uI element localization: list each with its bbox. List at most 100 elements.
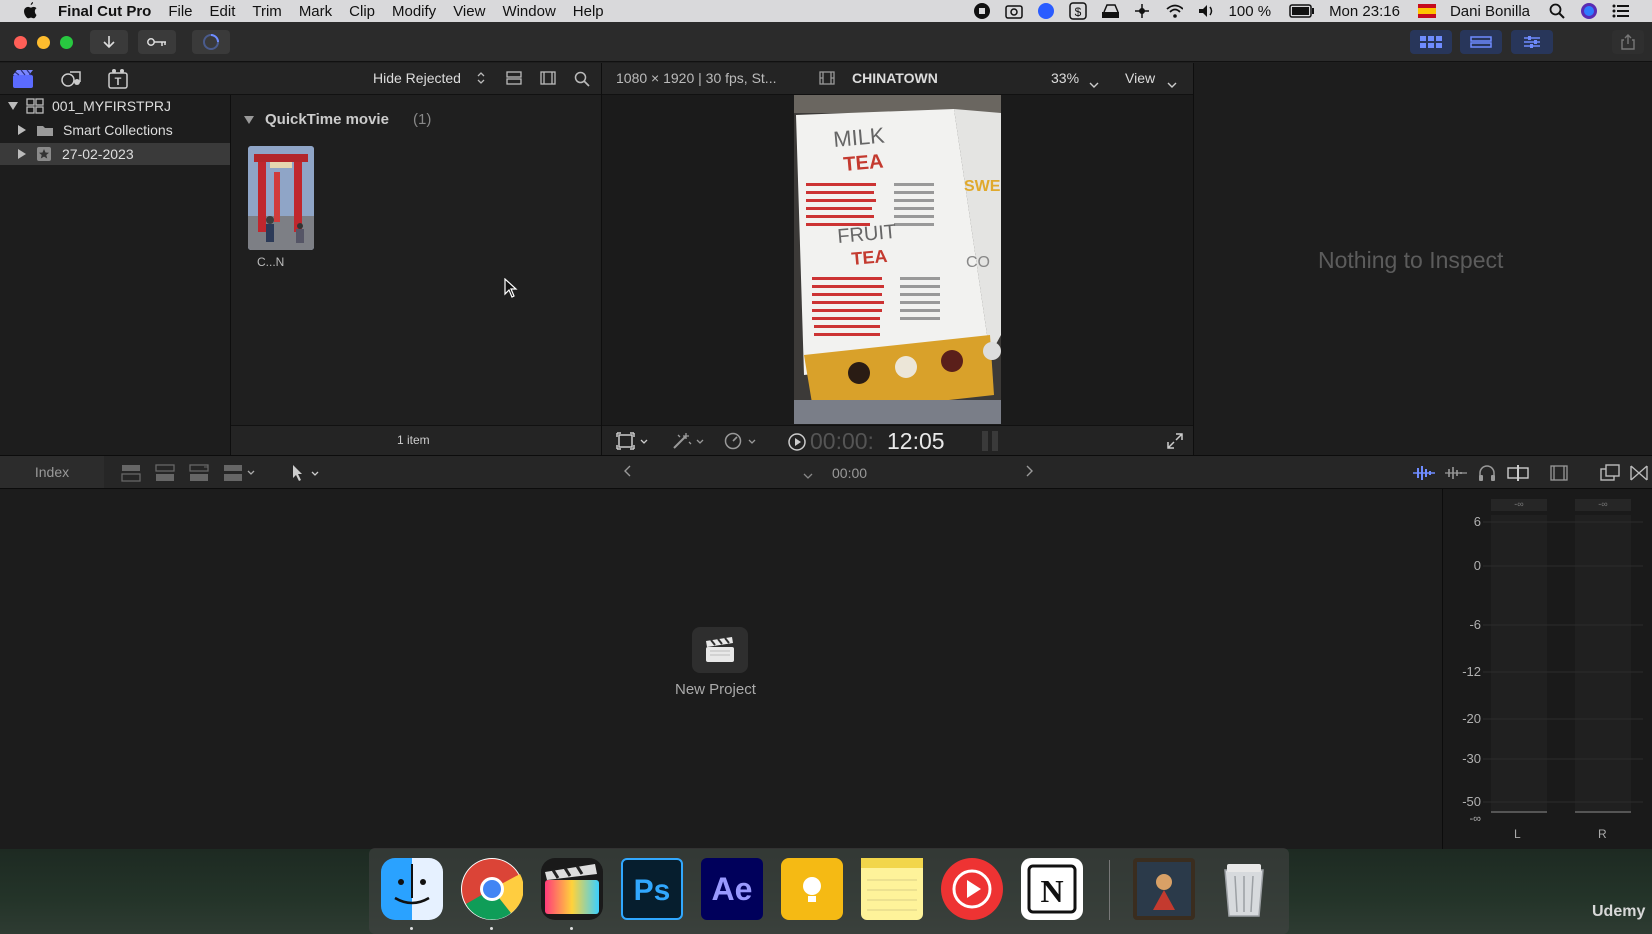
- meter-gridlines: [1483, 521, 1643, 803]
- background-tasks-button[interactable]: [192, 30, 230, 54]
- select-tool-icon[interactable]: [290, 464, 324, 487]
- zoom-window-button[interactable]: [60, 36, 73, 49]
- youtube-music-icon[interactable]: [941, 858, 1003, 920]
- window-toolbar: [0, 22, 1652, 62]
- menu-help[interactable]: Help: [573, 3, 604, 20]
- viewer-canvas[interactable]: MILK TEA FRUIT TEA SWE CO: [602, 95, 1193, 425]
- photoshop-icon[interactable]: Ps: [621, 858, 683, 920]
- browser-toggle-button[interactable]: [1410, 30, 1452, 54]
- menu-file[interactable]: File: [168, 3, 192, 20]
- viewer-timecode[interactable]: 12:05: [887, 428, 945, 455]
- notes-icon[interactable]: [861, 858, 923, 920]
- new-project-button[interactable]: [692, 627, 748, 673]
- clip-appearance-icon[interactable]: [506, 71, 522, 90]
- browser-header: T Hide Rejected: [0, 63, 601, 95]
- menu-clip[interactable]: Clip: [349, 3, 375, 20]
- image-stack-icon[interactable]: [1133, 858, 1195, 920]
- sidebar-item-event[interactable]: 27-02-2023: [0, 143, 230, 165]
- libraries-icon[interactable]: [12, 69, 34, 94]
- apple-icon[interactable]: [22, 2, 38, 20]
- notion-icon[interactable]: N: [1021, 858, 1083, 920]
- new-project-label[interactable]: New Project: [675, 681, 756, 698]
- transitions-browser-icon[interactable]: [1630, 464, 1648, 487]
- skimming-icon[interactable]: [1444, 464, 1468, 487]
- search-icon[interactable]: [574, 71, 590, 92]
- clip-thumbnail[interactable]: [248, 146, 314, 250]
- sidebar-item-smart-collections[interactable]: Smart Collections: [0, 119, 230, 141]
- spotlight-icon[interactable]: [1548, 3, 1566, 19]
- blue-dot-icon[interactable]: [1037, 3, 1055, 19]
- timeline-chevron-down-icon[interactable]: [803, 467, 813, 485]
- trash-icon[interactable]: [1213, 858, 1275, 920]
- timeline-history-forward-icon[interactable]: [1025, 464, 1035, 483]
- menu-edit[interactable]: Edit: [210, 3, 236, 20]
- grid-icon: [1420, 36, 1442, 48]
- meter-scale-minus20: -20: [1462, 711, 1481, 726]
- enhance-wand-icon[interactable]: [672, 432, 706, 455]
- timeline-toggle-button[interactable]: [1460, 30, 1502, 54]
- menu-window[interactable]: Window: [502, 3, 555, 20]
- menu-user[interactable]: Dani Bonilla: [1450, 3, 1530, 20]
- chrome-icon[interactable]: [461, 858, 524, 920]
- group-disclosure-icon[interactable]: [244, 116, 254, 124]
- append-clip-icon[interactable]: [188, 464, 210, 487]
- menu-trim[interactable]: Trim: [252, 3, 281, 20]
- filmstrip-icon[interactable]: [540, 71, 556, 90]
- inspector-toggle-button[interactable]: [1511, 30, 1553, 54]
- viewer-format: 1080 × 1920 | 30 fps, St...: [616, 70, 777, 86]
- final-cut-pro-icon[interactable]: [541, 858, 603, 920]
- minimize-window-button[interactable]: [37, 36, 50, 49]
- disclosure-closed-icon[interactable]: [18, 149, 26, 159]
- view-popup[interactable]: View: [1125, 70, 1155, 86]
- library-row[interactable]: 001_MYFIRSTPRJ: [0, 95, 230, 117]
- svg-text:TEA: TEA: [843, 151, 885, 176]
- transform-icon[interactable]: [616, 432, 650, 455]
- drive-icon[interactable]: [1101, 3, 1119, 19]
- connect-clip-icon[interactable]: [120, 464, 142, 487]
- play-button-icon[interactable]: [788, 433, 806, 456]
- fullscreen-icon[interactable]: [1167, 433, 1183, 454]
- share-button[interactable]: [1612, 30, 1644, 54]
- meter-scale-6: 6: [1473, 514, 1481, 529]
- control-center-icon[interactable]: [1612, 3, 1630, 19]
- audio-waveform-icon[interactable]: [1412, 464, 1436, 487]
- titles-generators-icon[interactable]: T: [107, 68, 129, 95]
- retime-speedometer-icon[interactable]: [724, 432, 758, 455]
- flag-icon[interactable]: [1417, 3, 1436, 19]
- viewer-header: 1080 × 1920 | 30 fps, St... CHINATOWN 33…: [602, 63, 1193, 95]
- timeline-history-back-icon[interactable]: [622, 464, 632, 483]
- photos-audio-icon[interactable]: [60, 68, 82, 95]
- close-window-button[interactable]: [14, 36, 27, 49]
- keywords-button[interactable]: [138, 30, 176, 54]
- zoom-popup[interactable]: 33%: [1051, 70, 1079, 86]
- move-icon[interactable]: [1133, 3, 1151, 19]
- snapping-icon[interactable]: [1507, 464, 1529, 487]
- menu-clock[interactable]: Mon 23:16: [1329, 3, 1400, 20]
- disclosure-closed-icon[interactable]: [18, 125, 26, 135]
- wifi-icon[interactable]: [1165, 3, 1183, 19]
- menu-mark[interactable]: Mark: [299, 3, 332, 20]
- index-button[interactable]: Index: [0, 456, 104, 488]
- record-icon[interactable]: [973, 3, 991, 19]
- screenshot-icon[interactable]: [1004, 3, 1023, 19]
- effects-browser-icon[interactable]: [1600, 464, 1620, 487]
- library-sidebar: 001_MYFIRSTPRJ Smart Collections 27-02-2…: [0, 95, 230, 455]
- import-button[interactable]: [90, 30, 128, 54]
- clip-appearance-timeline-icon[interactable]: [1550, 464, 1568, 487]
- headphones-icon[interactable]: [1478, 464, 1496, 487]
- keynote-icon[interactable]: [781, 858, 843, 920]
- menu-app-name[interactable]: Final Cut Pro: [58, 3, 151, 20]
- siri-icon[interactable]: [1580, 3, 1598, 19]
- battery-icon[interactable]: [1289, 3, 1315, 19]
- volume-icon[interactable]: [1197, 3, 1215, 19]
- menu-view[interactable]: View: [453, 3, 485, 20]
- filter-popup[interactable]: Hide Rejected: [373, 70, 461, 86]
- insert-clip-icon[interactable]: [154, 464, 176, 487]
- after-effects-icon[interactable]: Ae: [701, 858, 763, 920]
- menu-modify[interactable]: Modify: [392, 3, 436, 20]
- disclosure-open-icon[interactable]: [8, 102, 18, 110]
- timeline-area[interactable]: New Project: [0, 489, 1442, 849]
- overwrite-clip-icon[interactable]: [222, 464, 258, 487]
- dollar-icon[interactable]: $: [1068, 2, 1087, 20]
- finder-icon[interactable]: [381, 858, 443, 920]
